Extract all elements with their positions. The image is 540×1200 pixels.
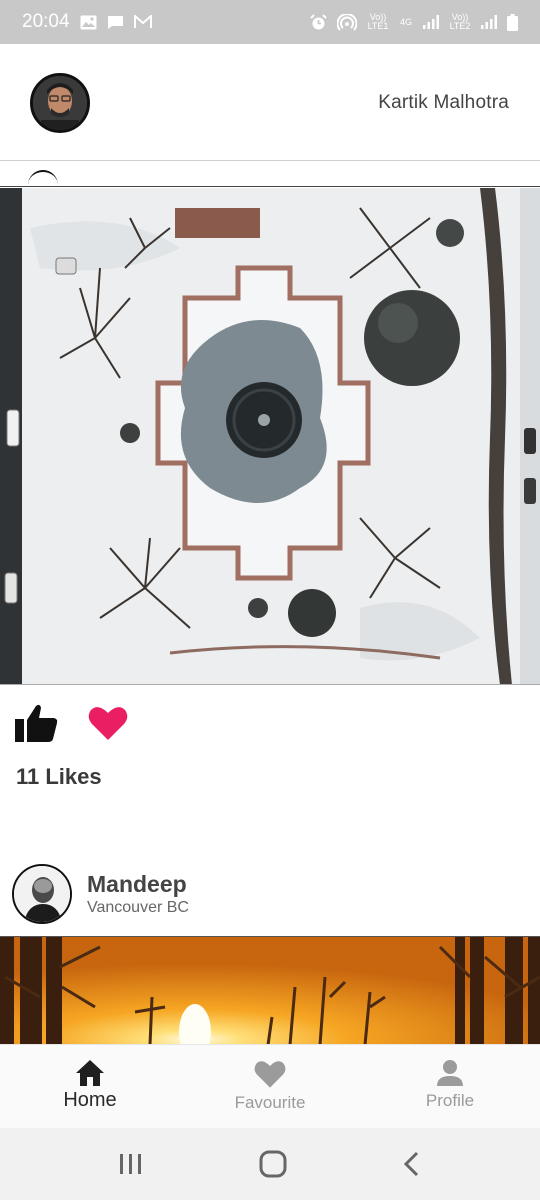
gmail-icon bbox=[133, 15, 152, 28]
author-portrait bbox=[14, 866, 70, 922]
post-author-header: Mandeep Vancouver BC bbox=[0, 862, 540, 936]
status-time: 20:04 bbox=[22, 11, 70, 32]
previous-post-stub bbox=[0, 162, 540, 187]
user-avatar[interactable] bbox=[30, 73, 90, 133]
thumbs-up-icon[interactable] bbox=[14, 703, 58, 743]
likes-count: 11 Likes bbox=[16, 764, 102, 789]
4g-icon: 4G bbox=[399, 16, 412, 27]
nav-profile-label: Profile bbox=[425, 1091, 475, 1110]
nav-home-label: Home bbox=[63, 1089, 117, 1111]
nav-favourite[interactable]: Favourite bbox=[180, 1045, 360, 1128]
hotspot-icon bbox=[337, 13, 357, 31]
heart-icon bbox=[254, 1061, 286, 1088]
recents-icon[interactable] bbox=[118, 1152, 144, 1176]
nav-profile[interactable]: Profile bbox=[360, 1045, 540, 1128]
sunset-forest-photo bbox=[0, 937, 540, 1044]
status-right: Vo)) LTE1 4G Vo)) LTE2 bbox=[310, 13, 518, 31]
alarm-icon bbox=[310, 13, 327, 29]
user-name: Kartik Malhotra bbox=[378, 92, 509, 113]
nav-home[interactable]: Home bbox=[0, 1045, 180, 1128]
message-icon bbox=[107, 15, 123, 29]
stub-avatar-edge bbox=[28, 170, 58, 186]
back-icon[interactable] bbox=[402, 1151, 422, 1177]
battery-icon bbox=[507, 13, 518, 31]
heart-icon[interactable] bbox=[88, 705, 128, 741]
home-circle-icon[interactable] bbox=[259, 1150, 287, 1178]
signal-icon bbox=[423, 15, 439, 29]
volte2-icon: Vo)) LTE2 bbox=[449, 12, 471, 31]
profile-header: Kartik Malhotra bbox=[0, 44, 540, 161]
volte1-icon: Vo)) LTE1 bbox=[367, 12, 389, 31]
post-actions bbox=[14, 703, 128, 743]
author-name: Mandeep bbox=[87, 871, 187, 897]
person-icon bbox=[437, 1060, 463, 1086]
status-left: 20:04 bbox=[22, 11, 152, 33]
system-navigation bbox=[0, 1128, 540, 1200]
author-avatar[interactable] bbox=[12, 864, 72, 924]
aerial-winter-photo bbox=[0, 188, 540, 684]
bottom-navigation: Home Favourite Profile bbox=[0, 1044, 540, 1128]
nav-favourite-label: Favourite bbox=[234, 1093, 306, 1112]
signal-icon bbox=[481, 15, 497, 29]
status-bar: 20:04 Vo)) LTE1 4G Vo)) LTE2 bbox=[0, 0, 540, 44]
author-location: Vancouver BC bbox=[87, 899, 189, 916]
image-icon bbox=[80, 15, 97, 29]
avatar-portrait bbox=[33, 76, 87, 130]
post-image[interactable] bbox=[0, 188, 540, 685]
home-icon bbox=[76, 1060, 104, 1086]
post-image[interactable] bbox=[0, 936, 540, 1044]
